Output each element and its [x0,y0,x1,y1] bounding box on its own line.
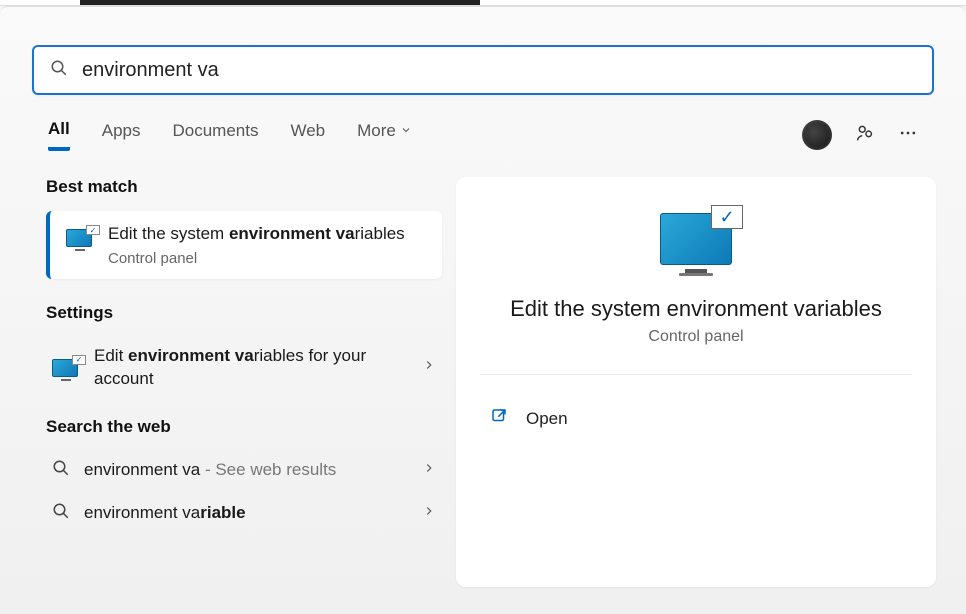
preview-icon-wrap: ✓ [480,213,912,276]
wi2-prefix: environment va [84,503,200,522]
tab-documents[interactable]: Documents [172,121,258,149]
search-icon [52,459,70,482]
best-match-text: Edit the system environment variables Co… [108,223,426,267]
best-match-result[interactable]: ✓ Edit the system environment variables … [46,211,442,279]
wi1-suffix: - See web results [200,460,336,479]
tab-apps[interactable]: Apps [102,121,141,149]
tab-all[interactable]: All [48,119,70,151]
top-right-controls [802,120,918,150]
results-column: Best match ✓ Edit the system environment… [46,177,442,587]
wi2-bold: riable [200,503,245,522]
bm-prefix: Edit the system [108,224,229,243]
settings-heading: Settings [46,303,442,323]
web-result-2[interactable]: environment variable [46,492,442,535]
search-box[interactable] [32,45,934,95]
chevron-right-icon [422,504,436,523]
system-settings-icon: ✓ [66,229,94,253]
tabs-row: All Apps Documents Web More [0,95,966,151]
si-prefix: Edit [94,346,128,365]
chevron-right-icon [422,461,436,480]
settings-result[interactable]: ✓ Edit environment variables for your ac… [46,335,442,401]
tab-more-label: More [357,121,396,141]
chat-icon[interactable] [854,122,876,149]
divider [480,374,912,375]
web-item-label: environment variable [84,503,408,523]
si-bold: environment va [128,346,254,365]
settings-item-label: Edit environment variables for your acco… [94,345,408,391]
more-icon[interactable] [898,123,918,148]
search-icon [52,502,70,525]
web-item-label: environment va - See web results [84,460,408,480]
search-icon [50,59,68,82]
preview-title: Edit the system environment variables [480,296,912,322]
tab-more[interactable]: More [357,121,412,149]
search-web-heading: Search the web [46,417,442,437]
search-container [0,7,966,95]
bm-bold: environment va [229,224,355,243]
wi1-text: environment va [84,460,200,479]
open-action[interactable]: Open [480,401,912,436]
content-area: Best match ✓ Edit the system environment… [0,151,966,587]
bm-suffix: riables [355,224,405,243]
tab-web[interactable]: Web [290,121,325,149]
best-match-title: Edit the system environment variables [108,223,426,246]
web-result-1[interactable]: environment va - See web results [46,449,442,492]
open-icon [490,407,508,430]
best-match-heading: Best match [46,177,442,197]
user-avatar[interactable] [802,120,832,150]
chevron-down-icon [400,121,412,141]
preview-pane: ✓ Edit the system environment variables … [456,177,936,587]
search-input[interactable] [82,59,916,82]
system-settings-icon: ✓ [52,359,80,383]
open-label: Open [526,409,568,429]
best-match-subtitle: Control panel [108,250,426,267]
search-panel: All Apps Documents Web More Best match [0,6,966,614]
preview-subtitle: Control panel [480,328,912,346]
system-settings-icon-large: ✓ [655,213,737,276]
chevron-right-icon [422,358,436,377]
